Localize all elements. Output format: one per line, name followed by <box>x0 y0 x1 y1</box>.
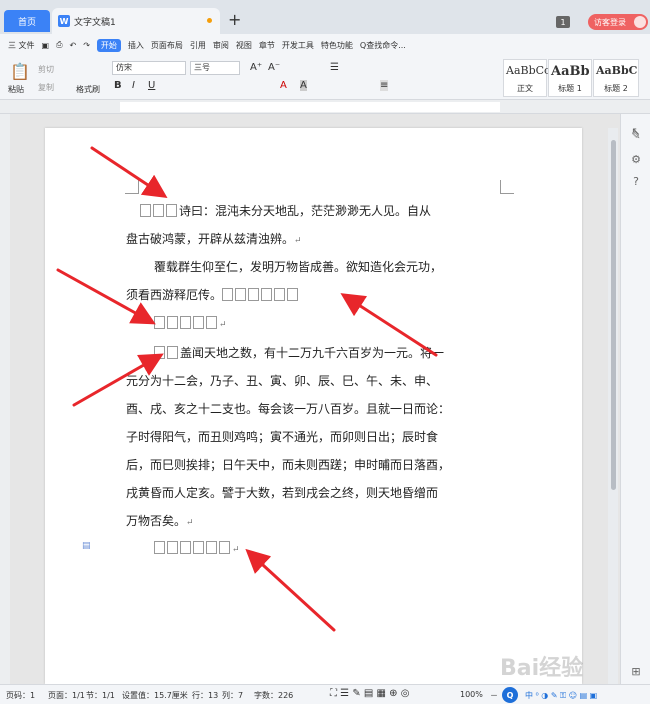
tab-bar: 首页 W 文字文稿1 + 1 访客登录 <box>0 0 650 34</box>
visitor-login-button[interactable]: 访客登录 <box>588 14 648 30</box>
menu-item-view[interactable]: 视图 <box>236 40 252 51</box>
paragraph-5-empty-squares[interactable]: ↵ <box>154 535 534 564</box>
horizontal-ruler[interactable] <box>0 100 650 114</box>
bold-icon[interactable]: B <box>114 80 122 91</box>
status-page-number[interactable]: 页码：1 <box>6 690 35 701</box>
grid-icon[interactable]: ⊞ <box>629 664 643 678</box>
font-size-select[interactable]: 三号 <box>190 61 240 75</box>
zoom-out-button[interactable]: － <box>490 690 498 701</box>
paragraph-4-line2[interactable]: 元分为十二会，乃子、丑、寅、卯、辰、巳、午、未、申、 <box>126 368 506 395</box>
status-words[interactable]: 字数：226 <box>254 690 293 701</box>
tab-document-title: 文字文稿1 <box>74 17 116 28</box>
file-menu[interactable]: 三 文件 <box>8 40 35 51</box>
bullet-list-icon[interactable]: ☰ <box>330 62 339 73</box>
paragraph-4[interactable]: 盖闻天地之数，有十二万九千六百岁为一元。将一 <box>154 340 506 367</box>
status-bar: 页码：1 页面：1/1 节：1/1 设置值：15.7厘米 行：13 列：7 字数… <box>0 684 650 704</box>
underline-icon[interactable]: U <box>148 80 155 91</box>
menu-bar: 三 文件 ▣ ⎙ ↶ ↷ 开始 插入 页面布局 引用 审阅 视图 章节 开发工具… <box>0 34 650 56</box>
margin-corner <box>500 180 514 194</box>
paragraph-2[interactable]: 覆载群生仰至仁，发明万物皆成善。欲知造化会元功， <box>154 254 506 281</box>
ime-icon[interactable]: Q <box>502 687 518 703</box>
margin-corner <box>125 180 139 194</box>
watermark: Bai经验 <box>500 656 584 681</box>
paste-button[interactable]: 粘贴 <box>8 84 24 95</box>
status-row[interactable]: 行：13 <box>192 690 218 701</box>
menu-item-layout[interactable]: 页面布局 <box>151 40 183 51</box>
view-icons[interactable]: ⛶ ☰ ✎ ▤ ▦ ⊕ ◎ <box>330 688 409 699</box>
right-side-panel: ↖ ✎ ⚙ ? ⊞ <box>620 114 650 684</box>
login-label: 访客登录 <box>594 17 626 27</box>
ime-toolbar[interactable]: 中 ⁰ ◑ ✎ ⚿ ☺ ▤ ▣ <box>525 690 597 701</box>
menu-item-features[interactable]: 特色功能 <box>321 40 353 51</box>
status-col[interactable]: 列：7 <box>222 690 243 701</box>
ribbon-toolbar: 📋 粘贴 剪切 复制 格式刷 仿宋 三号 B I U A⁺ A⁻ A A ☰ ≡… <box>0 56 650 100</box>
paragraph-3-empty-squares[interactable]: ↵ <box>154 310 534 339</box>
vertical-ruler[interactable] <box>0 114 10 684</box>
avatar-icon <box>634 16 646 28</box>
zoom-level[interactable]: 100% <box>460 690 483 699</box>
edit-icon[interactable]: ✎ <box>629 128 643 142</box>
help-icon[interactable]: ? <box>629 174 643 188</box>
menu-item-start[interactable]: 开始 <box>96 38 121 52</box>
new-tab-button[interactable]: + <box>228 12 241 28</box>
tab-home[interactable]: 首页 <box>4 10 50 32</box>
style-normal[interactable]: AaBbCc 正文 <box>503 59 550 97</box>
font-color-icon[interactable]: A <box>280 80 287 91</box>
menu-item-chapter[interactable]: 章节 <box>259 40 275 51</box>
scroll-thumb[interactable] <box>611 140 616 490</box>
paragraph-4-line4[interactable]: 子时得阳气，而丑则鸡鸣；寅不通光，而卯则日出；辰时食 <box>126 424 506 451</box>
style-heading2[interactable]: AaBbC 标题 2 <box>593 59 639 97</box>
paragraph-4-line7[interactable]: 万物否矣。↵ <box>126 508 506 537</box>
menu-item-insert[interactable]: 插入 <box>128 40 144 51</box>
settings-icon[interactable]: ⚙ <box>629 152 643 166</box>
paste-icon[interactable]: 📋 <box>10 62 30 81</box>
unsaved-dot-icon <box>207 18 212 23</box>
menu-item-reference[interactable]: 引用 <box>190 40 206 51</box>
italic-icon[interactable]: I <box>132 80 135 91</box>
copy-button[interactable]: 复制 <box>38 82 54 93</box>
status-setting[interactable]: 设置值：15.7厘米 <box>122 690 188 701</box>
print-icon[interactable]: ⎙ <box>56 40 62 50</box>
style-heading1[interactable]: AaBb 标题 1 <box>548 59 592 97</box>
paragraph-2-cont[interactable]: 须看西游释厄传。 <box>126 282 506 309</box>
grow-font-icon[interactable]: A⁺ <box>250 62 262 73</box>
word-doc-icon: W <box>58 15 70 27</box>
justify-icon[interactable]: ≡ <box>380 80 389 91</box>
format-painter-button[interactable]: 格式刷 <box>76 84 100 95</box>
search-command[interactable]: Q查找命令... <box>360 40 406 51</box>
cut-button[interactable]: 剪切 <box>38 64 54 75</box>
paragraph-1-cont[interactable]: 盘古破鸿蒙，开辟从兹清浊辨。↵ <box>126 226 506 255</box>
paragraph-4-line5[interactable]: 后，而巳则挨排；日午天中，而未则西蹉；申时晡而日落酉， <box>126 452 506 479</box>
redo-icon[interactable]: ↷ <box>83 41 90 50</box>
highlight-icon[interactable]: A <box>300 80 307 91</box>
menu-item-review[interactable]: 审阅 <box>213 40 229 51</box>
paragraph-handle-icon[interactable]: ▤ <box>82 541 91 551</box>
undo-icon[interactable]: ↶ <box>70 41 77 50</box>
window-count-badge[interactable]: 1 <box>556 16 570 28</box>
status-section[interactable]: 节：1/1 <box>86 690 115 701</box>
paragraph-4-line6[interactable]: 戌黄昏而人定亥。譬于大数，若到戌会之终，则天地昏缯而 <box>126 480 506 507</box>
font-family-select[interactable]: 仿宋 <box>112 61 186 75</box>
status-pages[interactable]: 页面：1/1 <box>48 690 85 701</box>
save-icon[interactable]: ▣ <box>42 41 50 50</box>
shrink-font-icon[interactable]: A⁻ <box>268 62 280 73</box>
menu-item-devtools[interactable]: 开发工具 <box>282 40 314 51</box>
paragraph-1[interactable]: 诗曰：混沌未分天地乱，茫茫渺渺无人见。自从 <box>140 198 504 225</box>
tab-document[interactable]: W 文字文稿1 <box>52 8 220 34</box>
paragraph-4-line3[interactable]: 酉、戌、亥之十二支也。每会该一万八百岁。且就一日而论： <box>126 396 506 423</box>
